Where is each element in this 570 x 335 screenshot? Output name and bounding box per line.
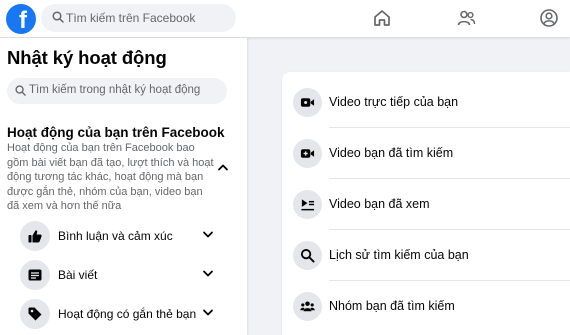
friends-icon[interactable] [455, 7, 477, 29]
sidebar-item-label: Hoạt động có gắn thẻ bạn [58, 307, 197, 321]
chevron-down-icon[interactable] [202, 231, 214, 239]
list-item-watched-videos[interactable]: Video bạn đã xem [282, 179, 570, 230]
search-placeholder: Tìm kiếm trong nhật ký hoạt động [29, 84, 201, 96]
groups-icon [293, 292, 322, 321]
home-icon[interactable] [371, 7, 393, 29]
sidebar-item-label: Bình luận và cảm xúc [58, 229, 173, 243]
list-item-label: Nhóm bạn đã tìm kiếm [329, 299, 455, 313]
activity-log-search-input[interactable]: Tìm kiếm trong nhật ký hoạt động [7, 78, 227, 104]
list-item-label: Lịch sử tìm kiếm của bạn [329, 248, 469, 262]
chevron-up-icon[interactable] [217, 163, 229, 171]
search-placeholder: Tìm kiếm trên Facebook [66, 11, 196, 25]
thumbs-up-icon [20, 221, 50, 251]
activity-category-list: Video trực tiếp của bạn Video bạn đã tìm… [282, 72, 570, 335]
page-title: Nhật ký hoạt động [7, 47, 167, 68]
account-icon[interactable] [538, 7, 560, 29]
video-watched-icon [293, 190, 322, 219]
sidebar-item-label: Bài viết [58, 268, 98, 282]
list-item-search-history[interactable]: Lịch sử tìm kiếm của bạn [282, 230, 570, 281]
sidebar-item-comments-reactions[interactable]: Bình luận và cảm xúc [20, 218, 220, 254]
list-item-searched-videos[interactable]: Video bạn đã tìm kiếm [282, 128, 570, 179]
chevron-down-icon[interactable] [202, 270, 214, 278]
facebook-logo[interactable]: f [6, 4, 36, 34]
top-navigation-bar: f Tìm kiếm trên Facebook [0, 0, 570, 38]
video-search-icon [293, 139, 322, 168]
list-item-label: Video bạn đã tìm kiếm [329, 146, 454, 160]
sidebar-item-tagged-activity[interactable]: Hoạt động có gắn thẻ bạn [20, 296, 220, 332]
facebook-search-input[interactable]: Tìm kiếm trên Facebook [41, 4, 236, 32]
sidebar-item-posts[interactable]: Bài viết [20, 257, 220, 293]
search-icon [52, 11, 64, 23]
list-item-label: Video bạn đã xem [329, 197, 430, 211]
list-item-live-videos[interactable]: Video trực tiếp của bạn [282, 77, 570, 128]
chevron-down-icon[interactable] [202, 309, 214, 317]
post-icon [20, 260, 50, 290]
section-title[interactable]: Hoạt động của bạn trên Facebook [7, 125, 225, 140]
list-item-label: Video trực tiếp của bạn [329, 95, 459, 109]
search-icon [293, 241, 322, 270]
search-icon [15, 85, 26, 96]
tag-icon [20, 299, 50, 329]
section-description: Hoạt động của bạn trên Facebook bao gồm … [7, 142, 214, 212]
activity-log-sidebar: Nhật ký hoạt động Tìm kiếm trong nhật ký… [0, 38, 247, 335]
list-item-searched-groups[interactable]: Nhóm bạn đã tìm kiếm [282, 281, 570, 332]
live-video-icon [293, 88, 322, 117]
